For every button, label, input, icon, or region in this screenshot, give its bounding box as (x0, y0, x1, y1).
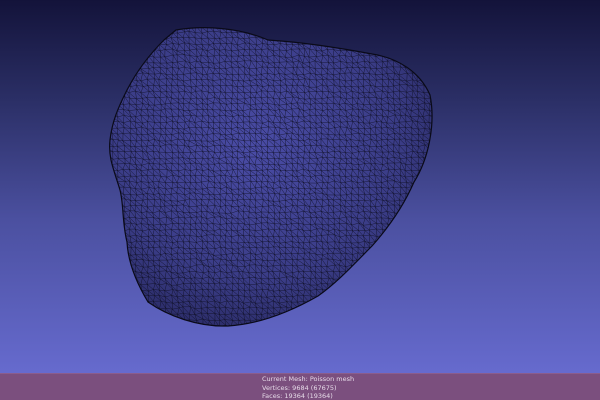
vertices-count: Vertices: 9684 (67675) (262, 383, 337, 392)
status-bar: Current Mesh: Poisson mesh Vertices: 968… (0, 373, 600, 400)
current-mesh-label: Current Mesh: Poisson mesh (262, 375, 355, 383)
faces-count: Faces: 19364 (19364) (262, 392, 333, 400)
3d-viewport[interactable]: Current Mesh: Poisson mesh Vertices: 968… (0, 0, 600, 400)
wireframe-mesh[interactable] (0, 0, 600, 400)
mesh-info: Current Mesh: Poisson mesh Vertices: 968… (262, 375, 354, 400)
